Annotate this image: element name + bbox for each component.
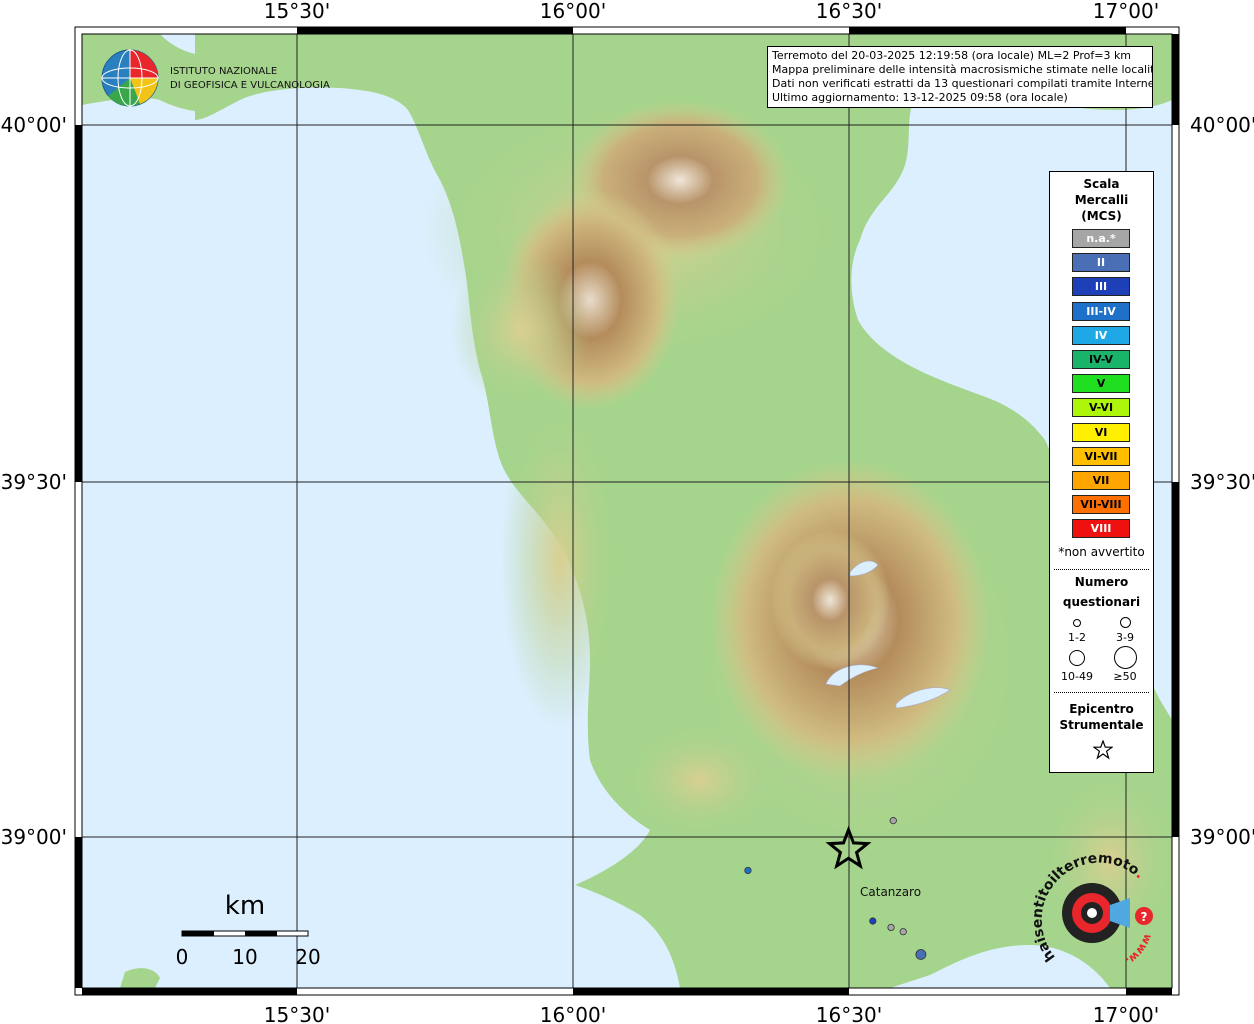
size-label: 1-2 (1068, 631, 1086, 644)
observation-point (899, 928, 907, 936)
axis-bottom-label: 16°30' (816, 1003, 882, 1024)
axis-right-label: 40°00' (1190, 113, 1254, 137)
scale-unit: km (225, 891, 265, 921)
size-circle-icon (1114, 646, 1137, 669)
count-title: Numero (1074, 575, 1129, 589)
event-info-line: Terremoto del 20-03-2025 12:19:58 (ora l… (772, 49, 1132, 62)
city-label: Catanzaro (860, 885, 921, 899)
event-info-line: Ultimo aggiornamento: 13-12-2025 09:58 (… (772, 91, 1068, 104)
legend-title: (MCS) (1081, 209, 1122, 223)
epicenter-title: Strumentale (1059, 718, 1144, 732)
scale-tick: 20 (295, 945, 320, 969)
institute-name-line2: DI GEOFISICA E VULCANOLOGIA (170, 80, 330, 91)
intensity-swatch: VII (1072, 471, 1130, 490)
institute-name-line1: ISTITUTO NAZIONALE (170, 66, 277, 77)
axis-bottom-label: 17°00' (1093, 1003, 1159, 1024)
axis-top-label: 16°30' (816, 0, 882, 23)
axis-top-label: 15°30' (264, 0, 330, 23)
legend-title: Mercalli (1074, 193, 1129, 207)
intensity-swatch: IV-V (1072, 350, 1130, 369)
size-circle-icon (1120, 617, 1131, 628)
axis-left-label: 40°00' (1, 113, 67, 137)
axis-top-label: 16°00' (540, 0, 606, 23)
size-circle-icon (1073, 619, 1081, 627)
legend-title: Scala (1083, 177, 1120, 191)
epicenter-legend-star-icon (1093, 740, 1113, 760)
intensity-swatch: III (1072, 277, 1130, 297)
event-info-box: Terremoto del 20-03-2025 12:19:58 (ora l… (767, 46, 1153, 108)
observation-point (889, 817, 897, 825)
intensity-swatch: III-IV (1072, 301, 1130, 321)
svg-text:?: ? (1141, 910, 1148, 924)
observation-point (915, 949, 927, 960)
axis-right-label: 39°00' (1190, 825, 1254, 849)
axis-left-label: 39°00' (1, 825, 67, 849)
intensity-swatch: VI-VII (1072, 446, 1130, 466)
intensity-swatch: II (1072, 253, 1130, 273)
scale-tick: 10 (232, 945, 257, 969)
intensity-swatch: IV (1072, 325, 1130, 345)
intensity-swatch: VIII (1072, 519, 1130, 539)
axis-bottom-label: 16°00' (540, 1003, 606, 1024)
event-info-line: Mappa preliminare delle intensità macros… (772, 63, 1153, 76)
axis-bottom-label: 15°30' (264, 1003, 330, 1024)
intensity-swatch: VI (1072, 422, 1130, 442)
not-felt-note: *non avvertito (1058, 545, 1145, 559)
axis-left-label: 39°30' (1, 470, 67, 494)
intensity-swatch: V-VI (1072, 398, 1130, 418)
size-label: ≥50 (1113, 670, 1137, 683)
event-info-line: Dati non verificati estratti da 13 quest… (772, 77, 1153, 90)
legend-panel: Scala Mercalli (MCS) n.a.* II III III-IV IV I… (1049, 171, 1154, 773)
scale-tick: 0 (176, 945, 189, 969)
observation-point (744, 866, 752, 875)
epicenter-title: Epicentro (1069, 702, 1134, 716)
axis-right-label: 39°30' (1190, 470, 1254, 494)
intensity-swatch: n.a.* (1072, 229, 1130, 248)
intensity-swatch: VII-VIII (1072, 495, 1130, 515)
observation-point (869, 917, 877, 925)
observation-point (887, 923, 895, 932)
size-circle-icon (1069, 650, 1085, 666)
size-label: 10-49 (1061, 670, 1093, 683)
size-label: 3-9 (1116, 631, 1134, 644)
count-title: questionari (1062, 595, 1141, 609)
intensity-swatch: V (1072, 374, 1130, 394)
axis-top-label: 17°00' (1093, 0, 1159, 23)
